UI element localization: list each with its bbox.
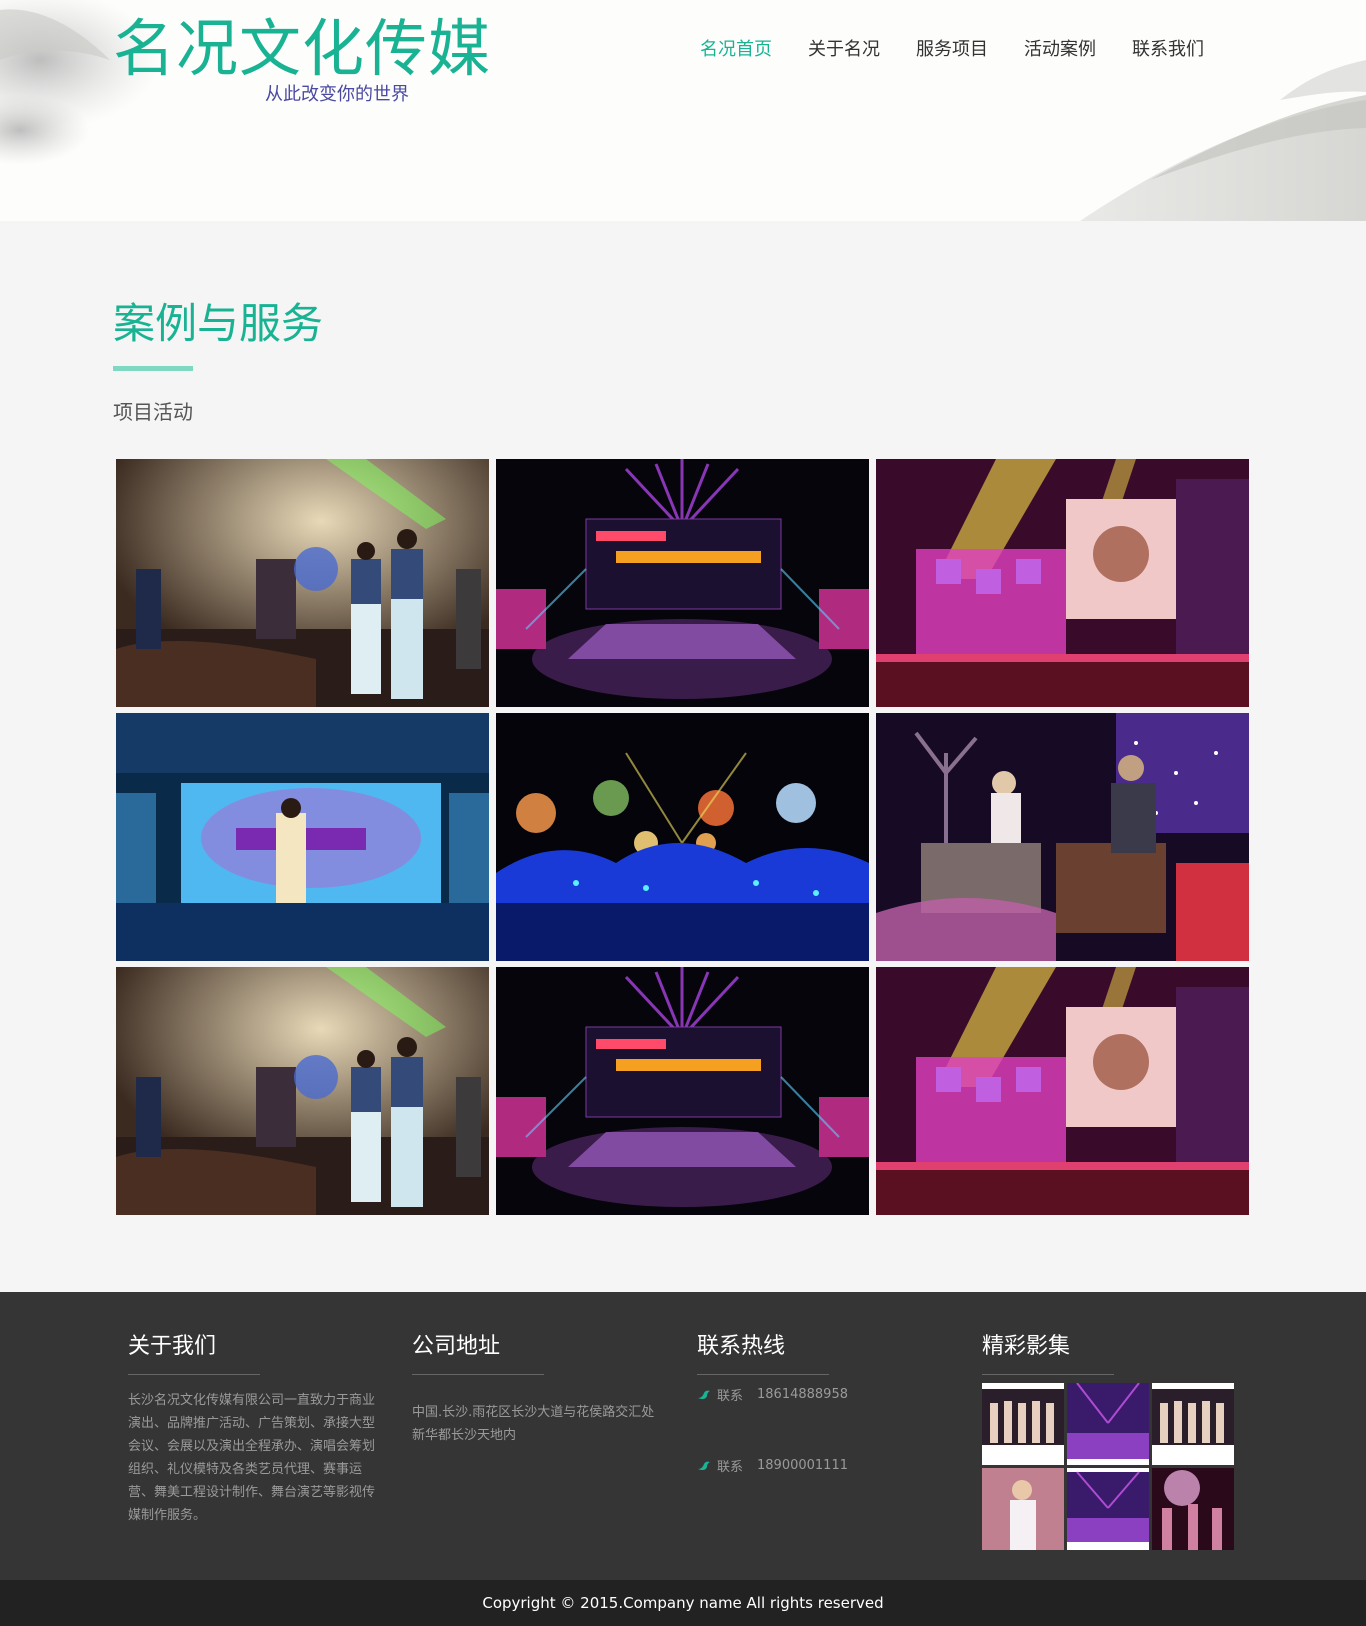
hotline-label: 联系 <box>717 1460 744 1475</box>
gallery-photo-stage-design-purple-2[interactable] <box>496 967 869 1215</box>
nav-item-services[interactable]: 服务项目 <box>916 38 988 62</box>
footer-about: 关于我们 长沙名况文化传媒有限公司一直致力于商业演出、品牌推广活动、广告策划、承… <box>128 1330 383 1527</box>
site-logo-subtitle: 从此改变你的世界 <box>265 84 409 105</box>
gallery-photo-concert-stage-magenta[interactable] <box>876 459 1249 707</box>
nav-item-cases[interactable]: 活动案例 <box>1024 38 1096 62</box>
site-header: 名况文化传媒 从此改变你的世界 名况首页 关于名况 服务项目 活动案例 联系我们 <box>0 0 1366 221</box>
thumbnail-photo[interactable] <box>982 1383 1064 1465</box>
cases-section: 案例与服务 项目活动 <box>0 221 1366 1292</box>
section-title: 案例与服务 <box>113 299 324 348</box>
gallery-photo-guqin-performance[interactable] <box>876 713 1249 961</box>
bird-icon <box>698 1390 710 1399</box>
site-logo-title[interactable]: 名况文化传媒 <box>113 14 491 86</box>
bird-icon <box>698 1461 710 1470</box>
footer-address-text: 中国.长沙.雨花区长沙大道与花侯路交汇处新华都长沙天地内 <box>412 1405 655 1443</box>
footer-hotline-title: 联系热线 <box>697 1334 786 1359</box>
site-footer: 关于我们 长沙名况文化传媒有限公司一直致力于商业演出、品牌推广活动、广告策划、承… <box>0 1292 1366 1580</box>
footer-address: 公司地址 中国.长沙.雨花区长沙大道与花侯路交汇处新华都长沙天地内 <box>412 1330 667 1447</box>
gallery-photo-performers-flowers-2[interactable] <box>116 967 489 1215</box>
footer-hotline: 联系热线 联系 18614888958 联系 18900001111 <box>697 1330 952 1475</box>
hotline-item: 联系 18900001111 <box>697 1456 952 1475</box>
gallery-photo-dancer-blue-stage[interactable] <box>116 713 489 961</box>
gallery-photo-stage-design-purple[interactable] <box>496 459 869 707</box>
footer-about-divider <box>128 1374 260 1375</box>
gallery-photo-night-concert-balloons[interactable] <box>496 713 869 961</box>
main-nav: 名况首页 关于名况 服务项目 活动案例 联系我们 <box>700 38 1240 62</box>
thumbnail-photo[interactable] <box>982 1468 1064 1550</box>
hotline-number[interactable]: 18900001111 <box>757 1458 848 1473</box>
footer-gallery-title: 精彩影集 <box>982 1334 1071 1359</box>
footer-about-title: 关于我们 <box>128 1334 217 1359</box>
gallery-photo-concert-stage-magenta-2[interactable] <box>876 967 1249 1215</box>
nav-item-about[interactable]: 关于名况 <box>808 38 880 62</box>
thumbnail-photo[interactable] <box>1152 1468 1234 1550</box>
thumbnail-photo[interactable] <box>1067 1383 1149 1465</box>
gallery-photo-performers-flowers[interactable] <box>116 459 489 707</box>
section-title-underline <box>113 366 193 371</box>
nav-item-contact[interactable]: 联系我们 <box>1132 38 1204 62</box>
section-subtitle: 项目活动 <box>113 400 193 424</box>
copyright-bar: Copyright © 2015.Company name All rights… <box>0 1580 1366 1626</box>
footer-thumbnail-grid <box>982 1383 1234 1550</box>
hotline-number[interactable]: 18614888958 <box>757 1387 848 1402</box>
thumbnail-photo[interactable] <box>1152 1383 1234 1465</box>
footer-gallery: 精彩影集 <box>982 1330 1237 1550</box>
thumbnail-photo[interactable] <box>1067 1468 1149 1550</box>
footer-gallery-divider <box>982 1374 1114 1375</box>
hotline-label: 联系 <box>717 1389 744 1404</box>
footer-hotline-divider <box>697 1374 829 1375</box>
footer-about-text: 长沙名况文化传媒有限公司一直致力于商业演出、品牌推广活动、广告策划、承接大型会议… <box>128 1393 376 1523</box>
nav-item-home[interactable]: 名况首页 <box>700 38 772 62</box>
footer-address-divider <box>412 1374 544 1375</box>
hotline-item: 联系 18614888958 <box>697 1385 952 1404</box>
footer-address-title: 公司地址 <box>412 1334 501 1359</box>
